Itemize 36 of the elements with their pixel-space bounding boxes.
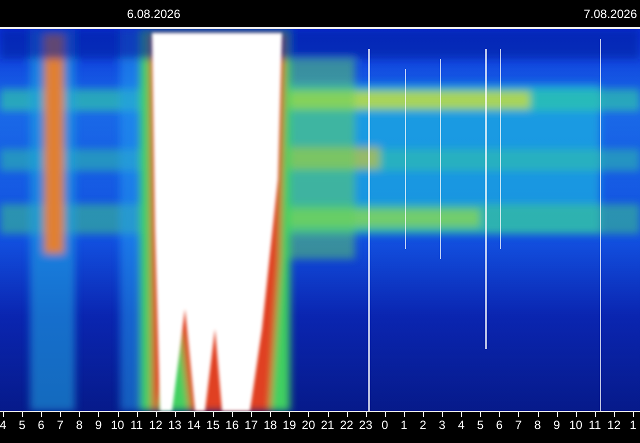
hour-label: 6 — [38, 418, 44, 434]
hour-label: 10 — [110, 418, 124, 434]
hour-label: 2 — [420, 418, 426, 434]
hour-label: 22 — [340, 418, 354, 434]
hour-label: 6 — [496, 418, 503, 434]
hour-label: 8 — [534, 418, 541, 434]
hour-label: 7 — [515, 418, 522, 434]
hour-label: 18 — [264, 418, 277, 434]
hour-label: 9 — [553, 418, 560, 434]
hour-label: 4 — [0, 418, 6, 434]
date-label: 7.08.2026 — [584, 6, 637, 20]
hour-label: 11 — [130, 418, 143, 434]
hour-label: 10 — [569, 418, 582, 434]
hour-label: 3 — [438, 418, 446, 434]
hour-label: 19 — [282, 418, 296, 434]
hour-label: 16 — [225, 418, 239, 434]
hour-label: 5 — [476, 418, 484, 434]
hour-label: 1 — [400, 418, 408, 434]
hour-label: 17 — [244, 418, 258, 434]
hour-label: 11 — [588, 418, 602, 434]
date-label: 6.08.2026 — [127, 6, 180, 20]
hour-label: 7 — [56, 418, 64, 434]
hour-label: 4 — [458, 418, 465, 434]
hour-label: 14 — [187, 418, 201, 434]
hour-label: 12 — [149, 418, 162, 434]
hour-label: 9 — [95, 418, 102, 434]
hour-label: 5 — [18, 418, 26, 434]
hour-label: 21 — [320, 418, 334, 434]
hour-label: 20 — [302, 418, 316, 434]
hour-label: 13 — [168, 418, 182, 434]
hour-label: 0 — [381, 418, 388, 434]
hour-label: 12 — [607, 418, 621, 434]
hour-label: 1 — [630, 418, 636, 434]
hour-label: 23 — [359, 418, 372, 434]
hour-label: 8 — [76, 418, 83, 434]
hour-label: 15 — [206, 418, 220, 434]
